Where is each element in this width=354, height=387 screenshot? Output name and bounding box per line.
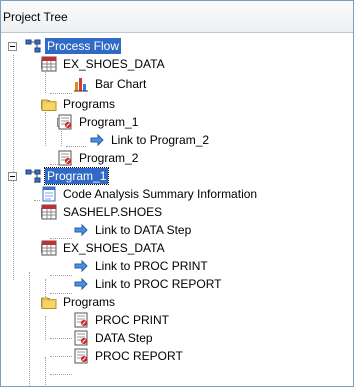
link-arrow-icon — [73, 222, 89, 238]
data-table-icon — [41, 240, 57, 256]
tree-node[interactable]: Process Flow — [25, 37, 122, 55]
tree-node[interactable]: Bar Chart — [73, 75, 148, 93]
tree-node[interactable]: Link to PROC REPORT — [73, 275, 223, 293]
tree-node-label: Link to PROC REPORT — [95, 277, 222, 291]
tree-node-label: DATA Step — [95, 331, 153, 345]
tree-node-label: EX_SHOES_DATA — [63, 241, 165, 255]
tree-node-label: Program_2 — [79, 151, 139, 165]
tree-node[interactable]: Code Analysis Summary Information — [41, 185, 259, 203]
folder-icon — [41, 96, 57, 112]
tree-node-label: Link to Program_2 — [111, 133, 210, 147]
process-flow-icon — [25, 168, 41, 184]
tree-node[interactable]: EX_SHOES_DATA — [41, 239, 167, 257]
program-icon — [73, 312, 89, 328]
panel-title-bar: Project Tree — [1, 1, 353, 33]
bar-chart-icon — [73, 76, 89, 92]
link-arrow-icon — [73, 258, 89, 274]
project-tree-panel: Project Tree Process Flow EX_SHOES_DATA Ba… — [0, 0, 354, 387]
tree-node-label: PROC PRINT — [95, 313, 170, 327]
link-arrow-icon — [89, 132, 105, 148]
program-icon — [57, 114, 73, 130]
process-flow-icon — [25, 38, 41, 54]
summary-document-icon — [41, 186, 57, 202]
tree-node-label: Link to PROC PRINT — [95, 259, 208, 273]
tree-node-label: Bar Chart — [95, 77, 147, 91]
tree-node[interactable]: Link to Program_2 — [89, 131, 211, 149]
program-icon — [73, 348, 89, 364]
tree-node-label: Program_1 — [43, 167, 110, 185]
tree-node-label: PROC REPORT — [95, 349, 183, 363]
tree-node[interactable]: Link to DATA Step — [73, 221, 193, 239]
tree-node[interactable]: Link to PROC PRINT — [73, 257, 210, 275]
tree-node[interactable]: Program_1 — [25, 167, 110, 185]
tree-node-label: Link to DATA Step — [95, 223, 192, 237]
tree-node-label: Programs — [63, 295, 116, 309]
tree-node[interactable]: PROC PRINT — [73, 311, 171, 329]
tree-node[interactable]: PROC REPORT — [73, 347, 185, 365]
folder-icon — [41, 294, 57, 310]
project-tree[interactable]: Process Flow EX_SHOES_DATA Bar Chart Progra… — [1, 33, 353, 386]
tree-node-label: Program_1 — [79, 115, 139, 129]
collapse-toggle-icon[interactable] — [8, 42, 17, 51]
tree-node[interactable]: Programs — [41, 293, 117, 311]
collapse-toggle-icon[interactable] — [8, 172, 17, 181]
tree-node-label: EX_SHOES_DATA — [63, 57, 165, 71]
link-arrow-icon — [73, 276, 89, 292]
tree-node-label: SASHELP.SHOES — [63, 205, 163, 219]
tree-node[interactable]: Programs — [41, 95, 117, 113]
tree-node[interactable]: Program_2 — [57, 149, 140, 167]
program-icon — [57, 150, 73, 166]
tree-node[interactable]: DATA Step — [73, 329, 155, 347]
tree-node-label: Code Analysis Summary Information — [63, 187, 258, 201]
program-icon — [73, 330, 89, 346]
tree-node[interactable]: SASHELP.SHOES — [41, 203, 164, 221]
data-table-icon — [41, 56, 57, 72]
tree-node-label: Process Flow — [45, 38, 122, 54]
tree-node[interactable]: Program_1 — [57, 113, 140, 131]
tree-node-label: Programs — [63, 97, 116, 111]
data-table-icon — [41, 204, 57, 220]
tree-node[interactable]: EX_SHOES_DATA — [41, 55, 167, 73]
panel-title: Project Tree — [3, 10, 68, 24]
